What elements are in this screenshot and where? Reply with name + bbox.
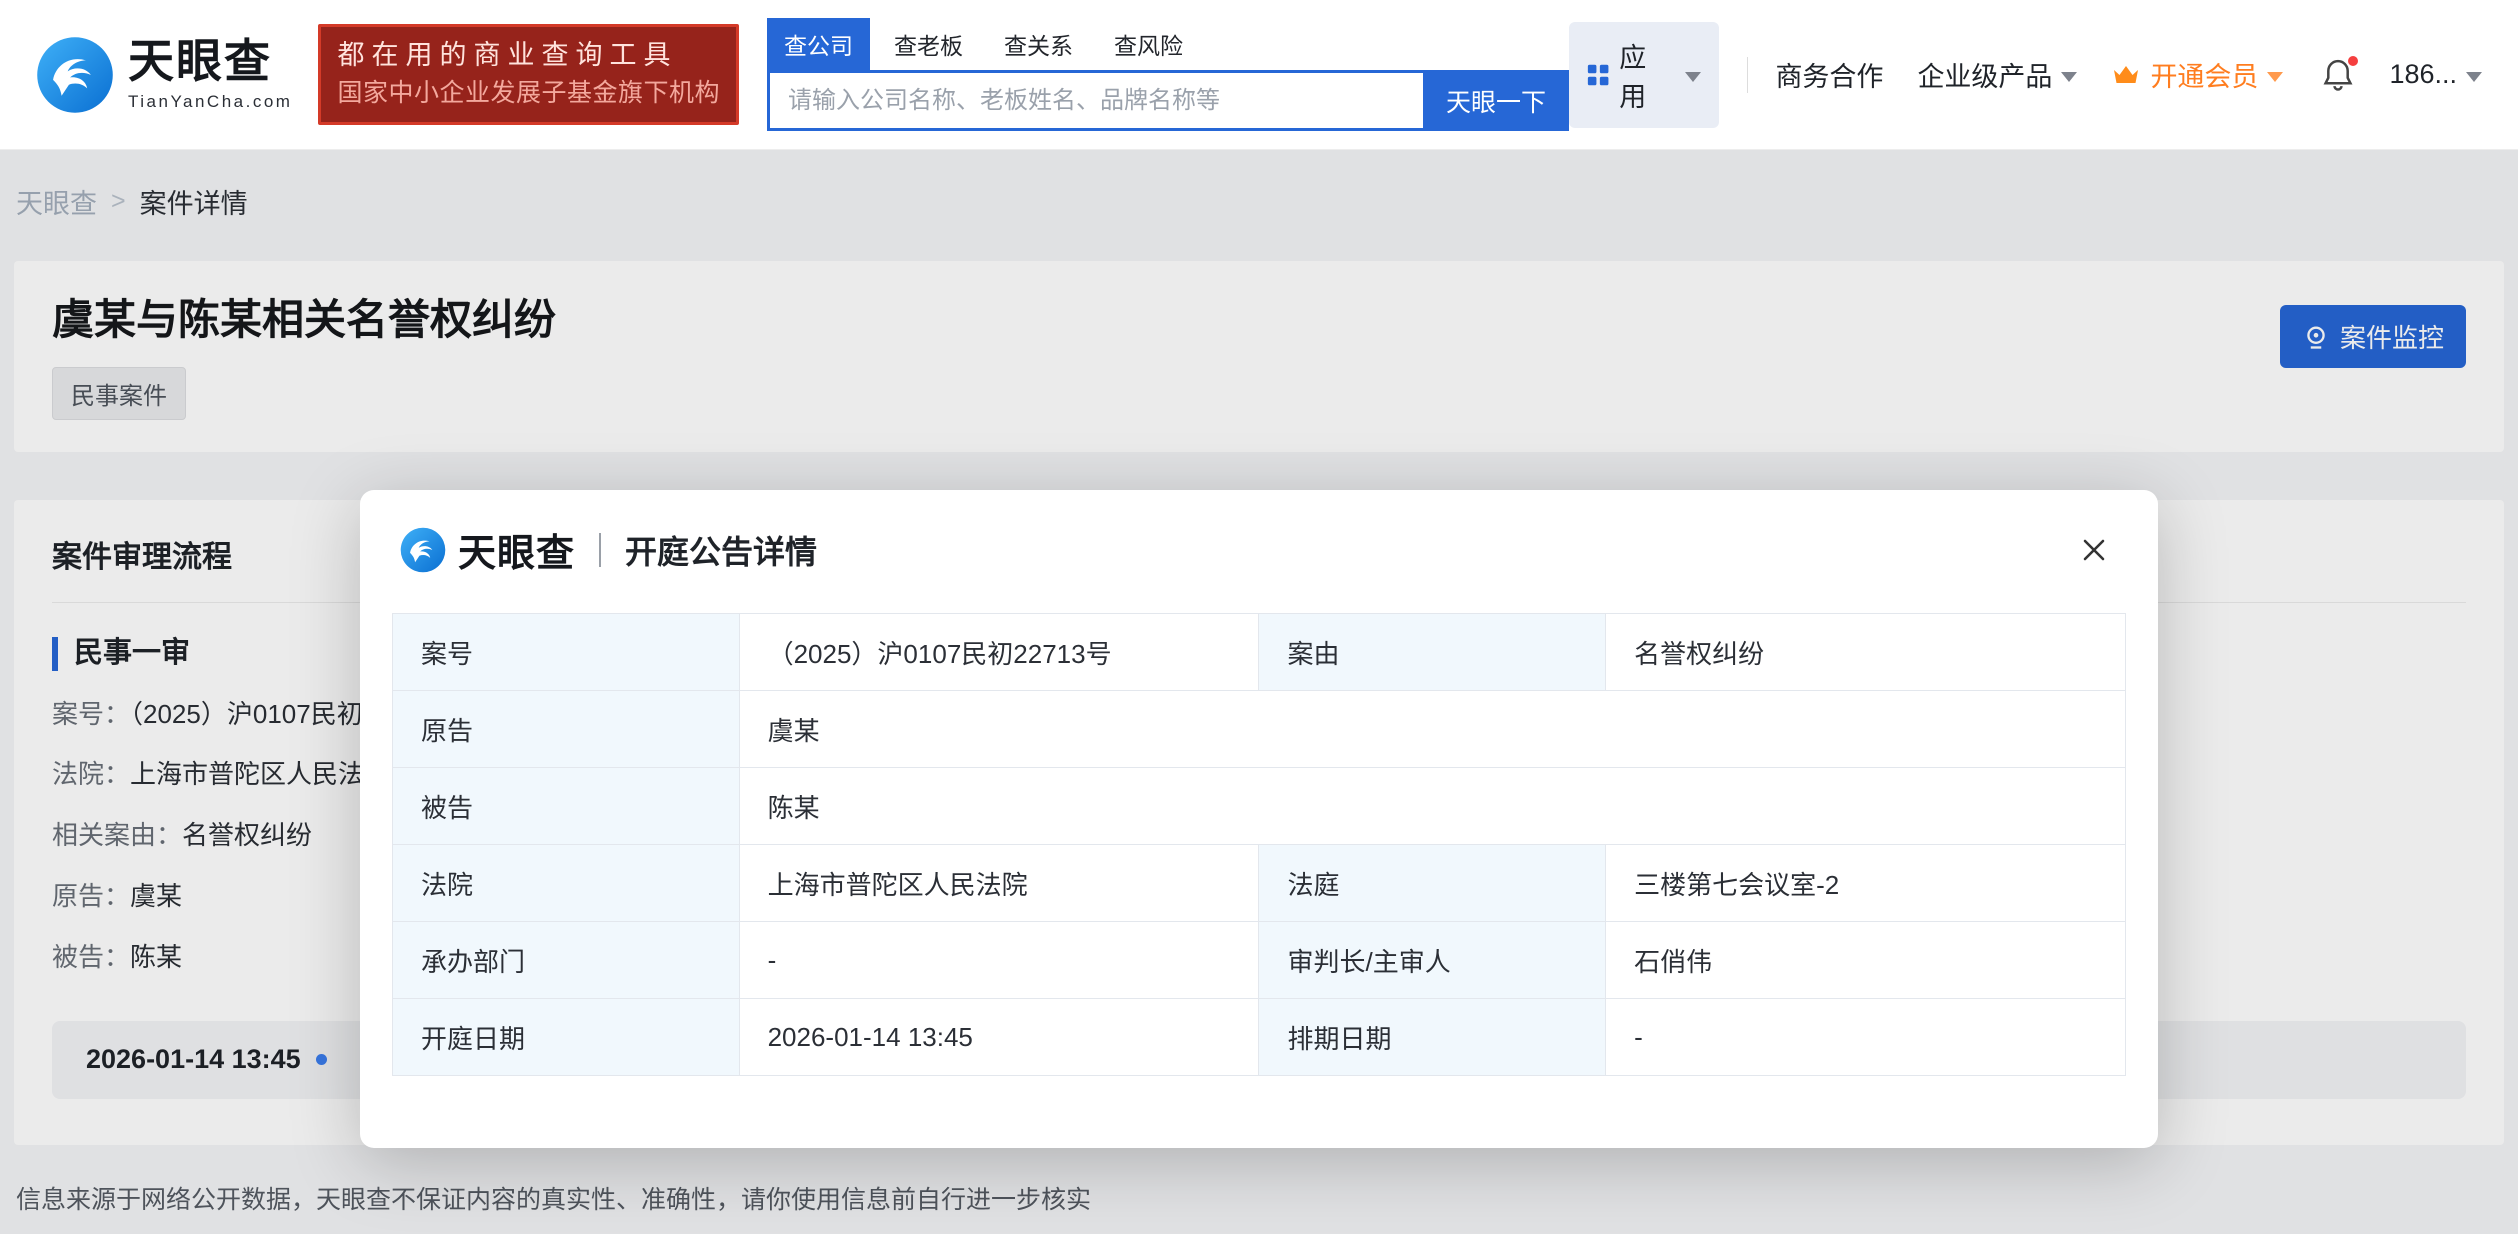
modal-brand: 天眼查: [458, 533, 576, 575]
cell-value: 陈某: [738, 767, 2127, 845]
nav-enterprise-products[interactable]: 企业级产品: [1917, 55, 2078, 94]
chevron-down-icon: [2466, 71, 2482, 82]
cell-value: 2026-01-14 13:45: [738, 998, 1260, 1076]
cell-label: 法庭: [1258, 844, 1607, 922]
table-row: 法院 上海市普陀区人民法院 法庭 三楼第七会议室-2: [392, 844, 2126, 922]
modal-close-button[interactable]: [2070, 526, 2118, 574]
cell-value: 名誉权纠纷: [1605, 613, 2126, 691]
apps-grid-icon: [1587, 64, 1609, 85]
nav-business-cooperation[interactable]: 商务合作: [1775, 55, 1883, 94]
cell-value: （2025）沪0107民初22713号: [738, 613, 1260, 691]
apps-menu[interactable]: 应用: [1568, 21, 1719, 128]
brand-domain: TianYanCha.com: [128, 91, 293, 111]
cell-value: 石俏伟: [1605, 921, 2126, 999]
vip-label: 开通会员: [2150, 62, 2259, 92]
hearing-detail-table: 案号 （2025）沪0107民初22713号 案由 名誉权纠纷 原告 虞某 被告…: [392, 613, 2127, 1076]
cell-label: 法院: [392, 844, 740, 922]
close-icon: [2083, 539, 2105, 560]
promo-banner-line2: 国家中小企业发展子基金旗下机构: [337, 78, 720, 107]
search-tab-boss[interactable]: 查老板: [877, 18, 980, 70]
cell-value: 上海市普陀区人民法院: [738, 844, 1260, 922]
cell-label: 承办部门: [392, 921, 740, 999]
cell-label: 被告: [392, 767, 740, 845]
search-row: 天眼一下: [766, 70, 1569, 131]
apps-label: 应用: [1619, 42, 1647, 112]
table-row: 原告 虞某: [392, 690, 2127, 768]
modal-title: 开庭公告详情: [625, 533, 818, 570]
tianyancha-logo-icon: [37, 36, 113, 113]
tianyancha-case-detail-page: 天眼查 TianYanCha.com 都在用的商业查询工具 国家中小企业发展子基…: [0, 0, 2518, 1234]
chevron-down-icon: [1684, 71, 1701, 82]
search-input[interactable]: [766, 70, 1423, 131]
modal-header: 天眼查 开庭公告详情: [360, 490, 2158, 577]
hearing-detail-modal: 天眼查 开庭公告详情 案号 （2025）沪0107民初22713号 案由 名誉权…: [360, 490, 2158, 1148]
crown-icon: [2114, 65, 2139, 83]
search-tab-relation[interactable]: 查关系: [987, 18, 1090, 70]
tianyancha-logo-icon: [400, 527, 446, 572]
nav-divider: [1746, 56, 1748, 93]
cell-label: 审判长/主审人: [1258, 921, 1607, 999]
enterprise-label: 企业级产品: [1917, 62, 2053, 92]
brand-name: 天眼查: [128, 34, 272, 87]
search-button[interactable]: 天眼一下: [1422, 70, 1569, 131]
promo-banner-line1: 都在用的商业查询工具: [337, 39, 678, 70]
chevron-down-icon: [2061, 71, 2078, 82]
header-nav: 应用 商务合作 企业级产品 开通会员 186...: [1568, 21, 2482, 128]
cell-label: 开庭日期: [392, 998, 740, 1076]
modal-title-divider: [599, 532, 602, 567]
cell-value: 虞某: [738, 690, 2127, 768]
nav-vip-upgrade[interactable]: 开通会员: [2111, 55, 2284, 94]
table-row: 承办部门 - 审判长/主审人 石俏伟: [392, 921, 2126, 999]
cell-label: 案号: [392, 613, 740, 691]
notifications-bell[interactable]: [2321, 53, 2361, 93]
chevron-down-icon: [2267, 71, 2284, 82]
search-tab-risk[interactable]: 查风险: [1097, 18, 1200, 70]
cell-value: -: [738, 921, 1260, 999]
table-row: 被告 陈某: [392, 767, 2127, 845]
cell-value: -: [1605, 998, 2126, 1076]
search-tabs: 查公司 查老板 查关系 查风险: [766, 18, 1569, 70]
cell-value: 三楼第七会议室-2: [1605, 844, 2126, 922]
search-tab-company[interactable]: 查公司: [766, 18, 870, 70]
notification-dot: [2346, 53, 2361, 68]
search-area: 查公司 查老板 查关系 查风险 天眼一下: [766, 18, 1569, 131]
table-row: 开庭日期 2026-01-14 13:45 排期日期 -: [392, 998, 2126, 1076]
cell-label: 原告: [392, 690, 740, 768]
user-label: 186...: [2389, 59, 2457, 89]
cell-label: 案由: [1258, 613, 1607, 691]
site-header: 天眼查 TianYanCha.com 都在用的商业查询工具 国家中小企业发展子基…: [0, 0, 2518, 150]
logo-text: 天眼查 TianYanCha.com: [128, 38, 292, 112]
promo-banner: 都在用的商业查询工具 国家中小企业发展子基金旗下机构: [318, 23, 739, 126]
user-account[interactable]: 186...: [2389, 59, 2482, 90]
tianyancha-logo[interactable]: 天眼查 TianYanCha.com: [36, 36, 292, 114]
cell-label: 排期日期: [1258, 998, 1607, 1076]
table-row: 案号 （2025）沪0107民初22713号 案由 名誉权纠纷: [392, 613, 2126, 691]
